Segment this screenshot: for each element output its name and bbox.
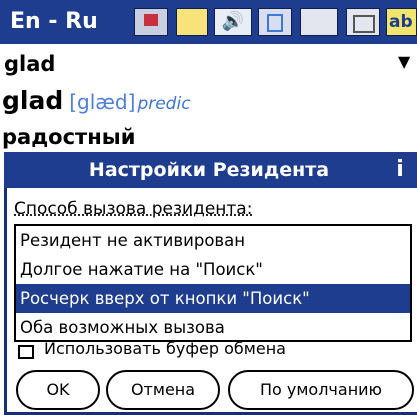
grid-icon[interactable] [346,8,380,36]
entry-transcription: [glæd] [69,90,136,114]
copy-icon[interactable] [258,8,292,36]
option-both[interactable]: Оба возможных вызова [16,313,410,342]
cancel-button[interactable]: Отмена [106,370,220,410]
option-swipe-up[interactable]: Росчерк вверх от кнопки "Поиск" [16,284,410,313]
note-icon[interactable] [176,8,208,36]
speaker-icon[interactable]: 🔊 [214,8,252,36]
chevron-down-icon[interactable]: ▼ [398,52,412,72]
default-button[interactable]: По умолчанию [228,370,414,410]
option-not-activated[interactable]: Резидент не активирован [16,226,410,255]
abc-icon[interactable]: ab [386,8,417,36]
ok-button[interactable]: OK [16,370,100,410]
call-method-label: Способ вызова резидента: [14,199,253,219]
dialog-title: Настройки Резидента [88,159,330,181]
info-icon[interactable]: i [388,158,412,182]
clipboard-checkbox[interactable] [18,345,34,359]
dictionary-entry: glad [glæd] predic [2,84,412,118]
dialog-title-bar: Настройки Резидента i [4,152,417,188]
language-direction-button[interactable]: En - Ru [4,6,114,38]
flag-icon[interactable] [134,8,168,36]
search-input[interactable]: glad [2,50,389,78]
clipboard-checkbox-label: Использовать буфер обмена [44,339,286,358]
entry-part-of-speech: predic [137,94,191,114]
option-long-press[interactable]: Долгое нажатие на "Поиск" [16,255,410,284]
entry-headword: glad [2,86,64,115]
entry-translation: радостный [2,125,136,149]
call-method-list[interactable]: Резидент не активирован Долгое нажатие н… [14,224,412,342]
book-icon[interactable] [300,8,338,36]
